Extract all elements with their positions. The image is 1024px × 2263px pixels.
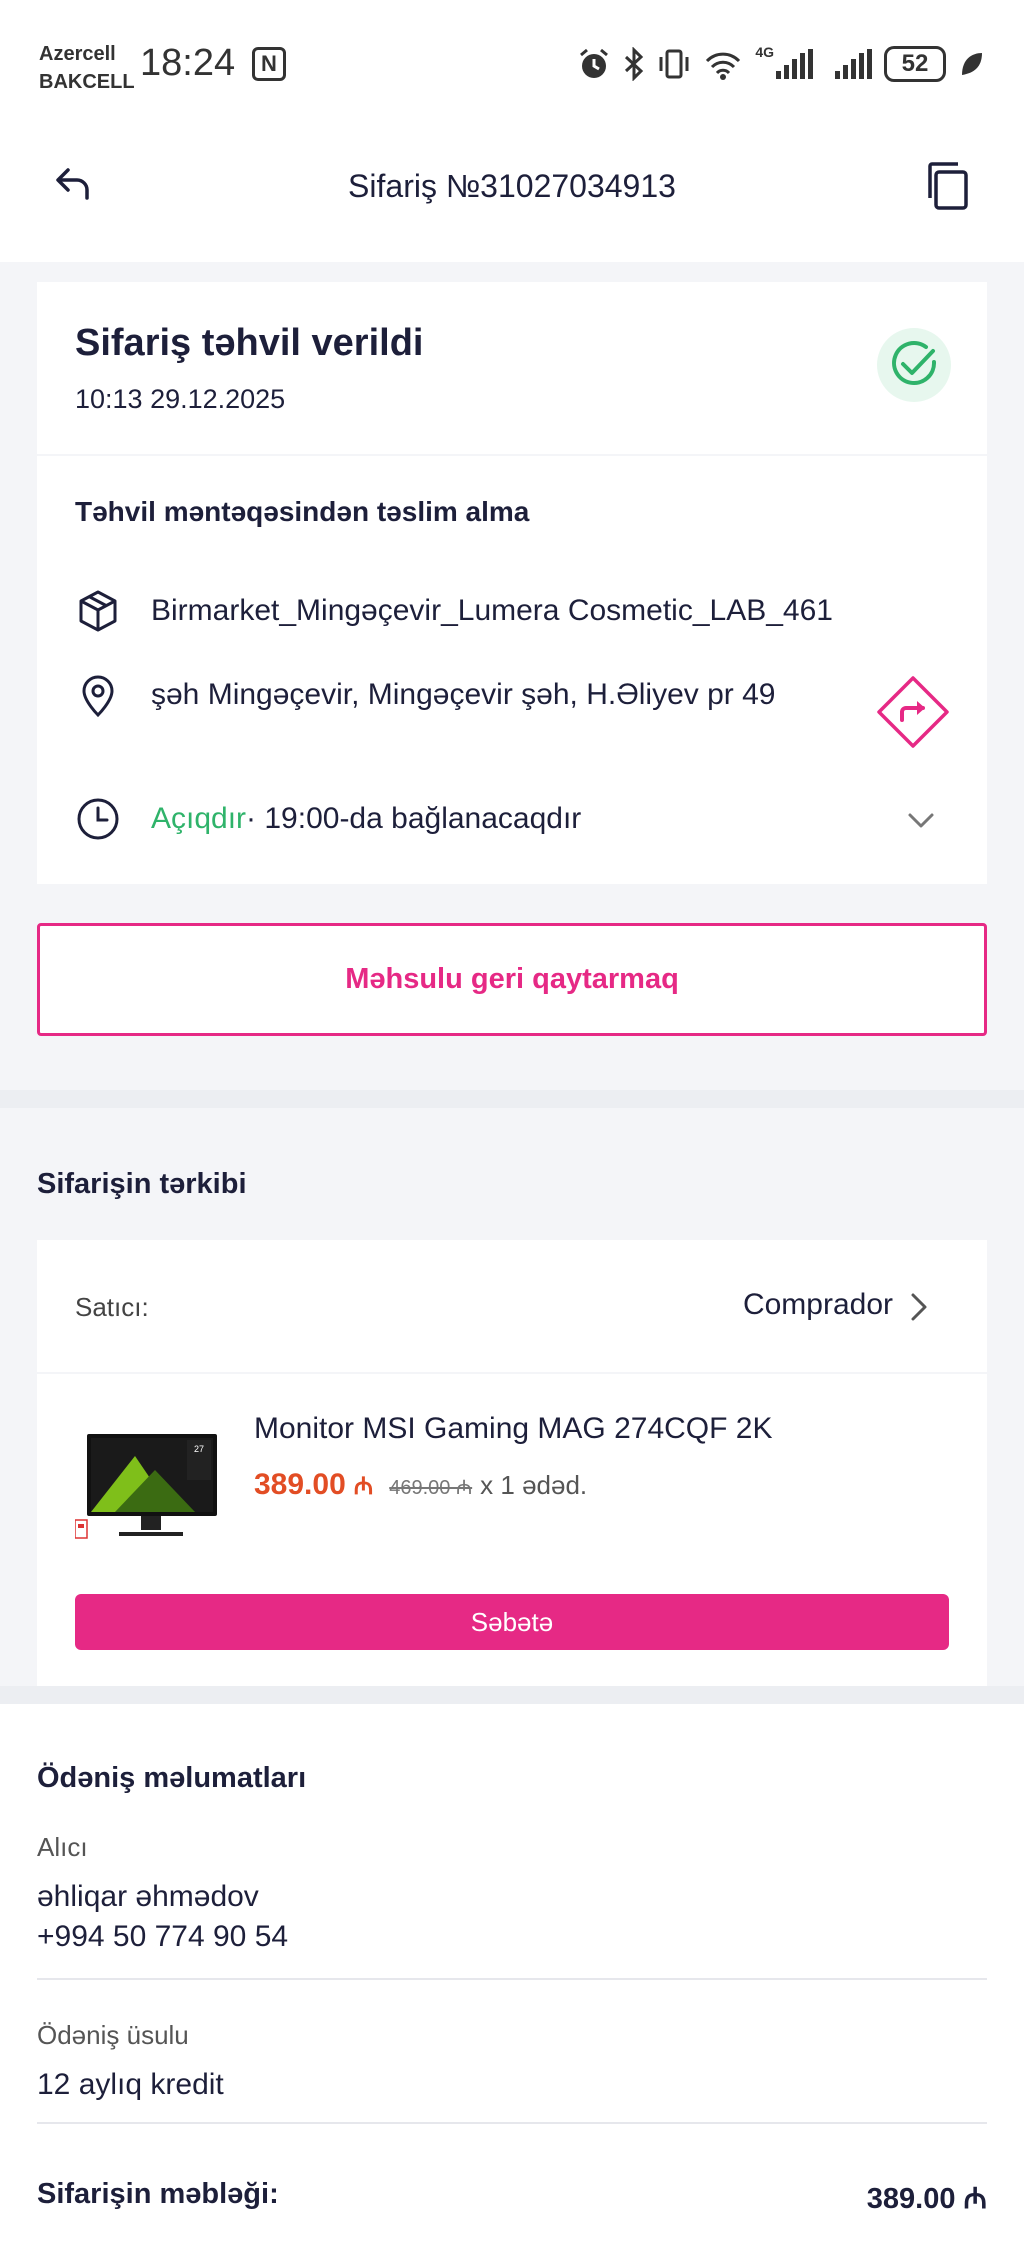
payment-title: Ödəniş məlumatları [37, 1762, 307, 1794]
opening-hours-row[interactable]: Açıqdır · 19:00-da bağlanacaqdır [75, 796, 581, 842]
buyer-label: Alıcı [37, 1832, 88, 1862]
order-status-date: 10:13 29.12.2025 [75, 384, 286, 414]
buyer-name: əhliqar əhmədov [37, 1880, 259, 1913]
system-icons: 4G 52 [577, 44, 984, 84]
pickup-title: Təhvil məntəqəsindən təslim alma [75, 496, 530, 527]
app-header: Sifariş №31027034913 [0, 120, 1024, 262]
product-name[interactable]: Monitor MSI Gaming MAG 274CQF 2K [254, 1412, 773, 1446]
order-total-label: Sifarişin məbləği: [37, 2178, 279, 2210]
divider [37, 1978, 987, 1980]
manat-icon: ₼ [353, 1473, 374, 1500]
clock: 18:24 [140, 42, 236, 84]
seller-label: Satıcı: [75, 1292, 149, 1322]
clock-icon [77, 798, 119, 840]
return-product-button[interactable]: Məhsulu geri qaytarmaq [37, 923, 987, 1036]
pickup-point-row: Birmarket_Mingəçevir_Lumera Cosmetic_LAB… [75, 588, 833, 634]
payment-info-section: Ödəniş məlumatları Alıcı əhliqar əhmədov… [0, 1686, 1024, 2263]
order-total-value: 389.00 ₼ [866, 2183, 987, 2215]
pickup-address: şəh Mingəçevir, Mingəçevir şəh, H.Əliyev… [151, 678, 776, 711]
wifi-icon [706, 52, 741, 80]
buyer-phone: +994 50 774 90 54 [37, 1920, 289, 1953]
carrier-1: Azercell [39, 43, 116, 65]
open-status: Açıqdır [151, 802, 247, 835]
network-type: 4G [755, 44, 774, 60]
delivered-check-icon [877, 328, 951, 402]
carrier-names: Azercell BAKCELL [39, 40, 135, 96]
divider [37, 2122, 987, 2124]
package-icon [79, 590, 117, 632]
seller-row[interactable]: Satıcı: Comprador [37, 1240, 987, 1372]
product-price: 389.00 [254, 1468, 346, 1501]
page-title: Sifariş №31027034913 [348, 168, 676, 204]
composition-title: Sifarişin tərkibi [37, 1168, 247, 1200]
price-line: 389.00 ₼ 469.00 ₼ x 1 ədəd. [254, 1468, 587, 1502]
alarm-icon [580, 48, 609, 78]
nfc-icon: N [252, 47, 286, 81]
signal-1-icon [776, 49, 813, 79]
signal-2-icon [835, 49, 872, 79]
payment-method-value: 12 aylıq kredit [37, 2068, 224, 2101]
address-row: şəh Mingəçevir, Mingəçevir şəh, H.Əliyev… [75, 672, 776, 718]
closing-time: · 19:00-da bağlanacaqdır [246, 802, 582, 835]
location-pin-icon [82, 675, 114, 718]
product-image[interactable]: 27 [75, 1426, 225, 1546]
battery-icon: 52 [884, 46, 946, 82]
product-item: 27 Monitor MSI Gaming MAG 274CQF 2K 389.… [37, 1374, 987, 1686]
carrier-2: BAKCELL [39, 71, 135, 93]
bluetooth-icon [625, 47, 644, 81]
product-quantity: x 1 ədəd. [480, 1470, 588, 1500]
chevron-down-icon[interactable] [905, 804, 937, 836]
order-status-title: Sifariş təhvil verildi [75, 322, 424, 364]
pickup-point-name: Birmarket_Mingəçevir_Lumera Cosmetic_LAB… [151, 594, 833, 627]
product-thumb-size: 27 [194, 1444, 204, 1454]
add-to-cart-button[interactable]: Səbətə [75, 1594, 949, 1650]
directions-icon[interactable] [875, 674, 951, 750]
order-status-card: Sifariş təhvil verildi 10:13 29.12.2025 [37, 282, 987, 454]
copy-icon[interactable] [922, 158, 974, 214]
leaf-icon [962, 53, 982, 75]
product-old-price: 469.00 ₼ [389, 1477, 473, 1499]
order-composition-section: Sifarişin tərkibi Satıcı: Comprador 27 M… [0, 1090, 1024, 1686]
payment-method-label: Ödəniş üsulu [37, 2020, 189, 2050]
vibrate-icon [659, 49, 689, 79]
status-bar: Azercell BAKCELL 18:24 N 4G 52 [0, 0, 1024, 120]
chevron-right-icon [911, 1293, 927, 1321]
seller-name: Comprador [742, 1288, 893, 1321]
pickup-point-card: Təhvil məntəqəsindən təslim alma Birmark… [37, 456, 987, 884]
